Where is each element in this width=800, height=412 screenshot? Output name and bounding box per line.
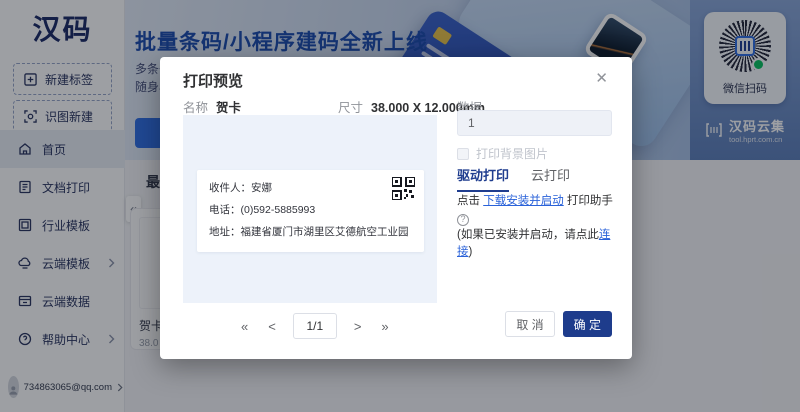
label-name-field: 名称 贺卡: [183, 97, 241, 116]
next-page-button[interactable]: >: [351, 317, 365, 336]
question-circle-icon[interactable]: ?: [457, 213, 469, 226]
pagination: « < 1/1 > »: [238, 313, 392, 339]
recipient-line: 收件人：安娜: [209, 182, 272, 194]
qr-code-icon: [392, 177, 415, 200]
last-page-button[interactable]: »: [378, 317, 391, 336]
helper-text: 点击 下载安装并启动 打印助手 ? (如果已安装并启动，请点此连接): [457, 195, 613, 258]
print-preview-dialog: 打印预览 ✕ 名称 贺卡 尺寸 38.000 X 12.000mm 数据 收件人…: [160, 57, 632, 359]
checkbox-icon: [457, 147, 469, 160]
dialog-actions: 取 消 确 定: [505, 311, 612, 337]
checkbox-label: 打印背景图片: [476, 147, 549, 161]
download-install-link[interactable]: 下载安装并启动: [483, 195, 564, 207]
prev-page-button[interactable]: <: [265, 317, 279, 336]
size-label: 尺寸: [338, 101, 364, 115]
first-page-button[interactable]: «: [238, 317, 251, 336]
copies-input[interactable]: [457, 110, 612, 136]
dialog-title: 打印预览: [183, 73, 244, 90]
label-preview-card: 收件人：安娜 电话：(0)592-5885993 地址：福建省厦门市湖里区艾德航…: [197, 170, 424, 252]
phone-line: 电话：(0)592-5885993: [209, 204, 316, 216]
tab-driver-print[interactable]: 驱动打印: [457, 165, 510, 192]
page-indicator: 1/1: [292, 313, 337, 339]
preview-area: 收件人：安娜 电话：(0)592-5885993 地址：福建省厦门市湖里区艾德航…: [183, 115, 437, 303]
app-window: 汉码 新建标签 识图新建 首页 文档打印 行业模板 云端模板 云端数据 帮助中心…: [0, 0, 800, 412]
close-icon[interactable]: ✕: [591, 67, 612, 90]
tab-cloud-print[interactable]: 云打印: [531, 165, 570, 192]
name-label: 名称: [183, 101, 209, 115]
confirm-button[interactable]: 确 定: [562, 311, 612, 337]
print-background-checkbox[interactable]: 打印背景图片: [457, 145, 548, 162]
name-value: 贺卡: [216, 101, 242, 115]
address-line: 地址：福建省厦门市湖里区艾德航空工业园: [209, 226, 409, 238]
print-mode-tabs: 驱动打印 云打印: [457, 165, 570, 192]
cancel-button[interactable]: 取 消: [505, 311, 555, 337]
